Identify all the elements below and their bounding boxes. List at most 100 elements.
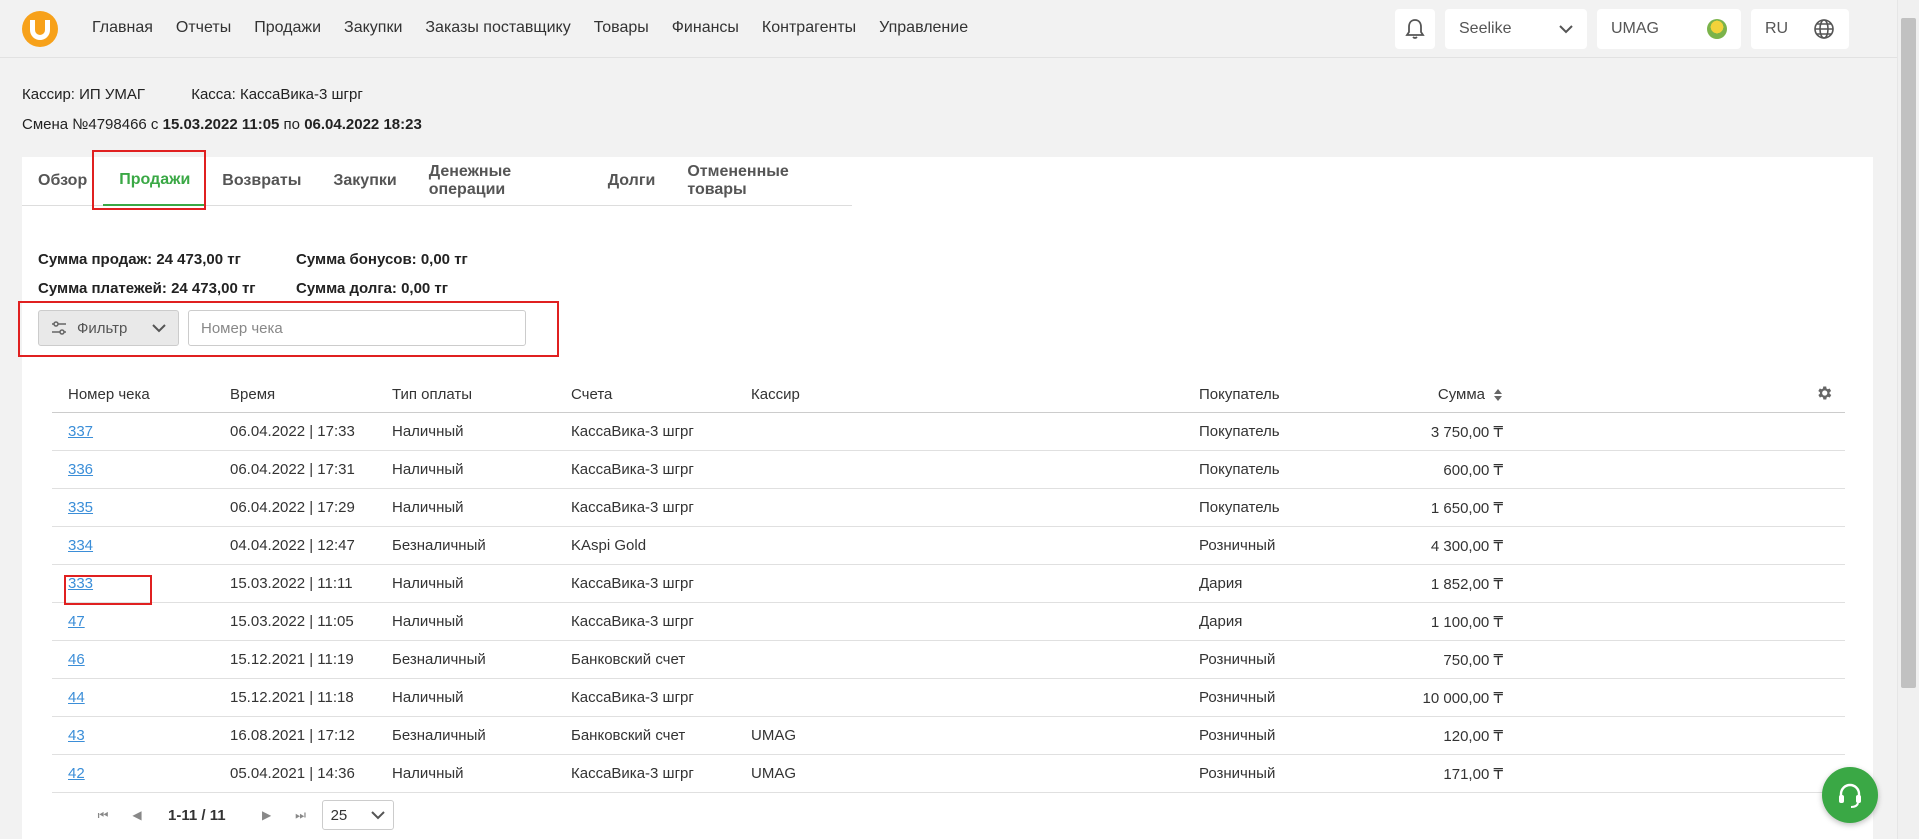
tab-purchases[interactable]: Закупки xyxy=(317,157,412,206)
header-sum[interactable]: Сумма xyxy=(1368,386,1503,403)
company-selector[interactable]: Seelike xyxy=(1445,9,1587,49)
tab-sales[interactable]: Продажи xyxy=(103,157,207,206)
cell-sum: 120,00 ₸ xyxy=(1443,727,1503,745)
table-row[interactable]: 333 15.03.2022 | 11:11 Наличный КассаВика-3… xyxy=(52,565,1845,603)
receipt-link-text[interactable]: 335 xyxy=(68,499,93,516)
notifications-button[interactable] xyxy=(1395,9,1435,49)
avatar xyxy=(1707,19,1727,39)
table-row[interactable]: 334 04.04.2022 | 12:47 Безналичный KAspi Go… xyxy=(52,527,1845,565)
receipt-number-link[interactable]: 43 xyxy=(52,727,214,744)
receipt-link-text[interactable]: 42 xyxy=(68,765,85,782)
cell-time: 16.08.2021 | 17:12 xyxy=(230,727,355,744)
receipt-number-link[interactable]: 47 xyxy=(52,613,214,630)
table-row[interactable]: 44 15.12.2021 | 11:18 Наличный КассаВика-3 … xyxy=(52,679,1845,717)
receipt-number-link[interactable]: 333 xyxy=(52,575,214,592)
cell-time: 06.04.2022 | 17:31 xyxy=(230,461,355,478)
prev-page-icon[interactable]: ◀ xyxy=(120,808,154,822)
user-name: UMAG xyxy=(1611,20,1659,37)
table-row[interactable]: 335 06.04.2022 | 17:29 Наличный КассаВика-3… xyxy=(52,489,1845,527)
language-selector[interactable]: RU xyxy=(1751,9,1849,49)
receipt-link-text[interactable]: 43 xyxy=(68,727,85,744)
shift-mid: по xyxy=(279,116,305,133)
scrollbar-thumb[interactable] xyxy=(1901,18,1916,688)
tab-returns[interactable]: Возвраты xyxy=(206,157,317,206)
cell-account: КассаВика-3 шгрг xyxy=(571,689,694,706)
cell-account: КассаВика-3 шгрг xyxy=(571,461,694,478)
header-accounts[interactable]: Счета xyxy=(555,386,735,403)
receipt-link-text[interactable]: 336 xyxy=(68,461,93,478)
filter-button[interactable]: Фильтр xyxy=(38,310,179,346)
table-row[interactable]: 337 06.04.2022 | 17:33 Наличный КассаВика-3… xyxy=(52,413,1845,451)
nav-item-counterparties[interactable]: Контрагенты xyxy=(762,19,856,37)
page-range: 1-11 / 11 xyxy=(168,806,226,824)
table-row[interactable]: 43 16.08.2021 | 17:12 Безналичный Банковски… xyxy=(52,717,1845,755)
nav-item-purchases[interactable]: Закупки xyxy=(344,19,402,37)
bell-icon xyxy=(1405,19,1425,39)
receipt-number-link[interactable]: 334 xyxy=(52,537,214,554)
shift-info: Кассир: ИП УМАГ Касса: КассаВика-3 шгрг … xyxy=(22,80,422,140)
cell-time: 15.12.2021 | 11:19 xyxy=(230,651,354,668)
receipt-link-text[interactable]: 334 xyxy=(68,537,93,554)
table-row[interactable]: 336 06.04.2022 | 17:31 Наличный КассаВика-3… xyxy=(52,451,1845,489)
nav-item-home[interactable]: Главная xyxy=(92,19,153,37)
header-buyer[interactable]: Покупатель xyxy=(1183,386,1368,403)
cell-time: 06.04.2022 | 17:33 xyxy=(230,423,355,440)
receipt-number-link[interactable]: 335 xyxy=(52,499,214,516)
sums-summary: Сумма продаж: 24 473,00 тг Сумма бонусов… xyxy=(38,245,468,303)
cell-time: 15.03.2022 | 11:05 xyxy=(230,613,354,630)
chevron-down-icon xyxy=(152,323,166,332)
cell-payment-type: Безналичный xyxy=(392,651,486,668)
cell-payment-type: Наличный xyxy=(392,423,464,440)
header-cashier[interactable]: Кассир xyxy=(735,386,1183,403)
page-size-value: 25 xyxy=(330,806,348,824)
top-right-controls: Seelike UMAG RU xyxy=(1395,9,1849,49)
globe-icon xyxy=(1814,19,1834,39)
receipt-link-text[interactable]: 44 xyxy=(68,689,85,706)
nav-item-supplier-orders[interactable]: Заказы поставщику xyxy=(425,19,570,37)
cell-sum: 1 650,00 ₸ xyxy=(1430,499,1503,517)
cell-payment-type: Безналичный xyxy=(392,537,486,554)
table-row[interactable]: 42 05.04.2021 | 14:36 Наличный КассаВика-3 … xyxy=(52,755,1845,793)
tab-money-operations[interactable]: Денежные операции xyxy=(413,157,592,206)
receipt-number-link[interactable]: 44 xyxy=(52,689,214,706)
sort-icon[interactable] xyxy=(1493,388,1503,402)
register-label: Касса: КассаВика-3 шгрг xyxy=(191,86,363,103)
cell-buyer: Покупатель xyxy=(1199,423,1280,440)
receipt-link-text[interactable]: 333 xyxy=(68,575,93,592)
receipt-number-link[interactable]: 336 xyxy=(52,461,214,478)
next-page-icon[interactable]: ▶ xyxy=(250,808,284,822)
nav-item-finance[interactable]: Финансы xyxy=(672,19,739,37)
nav-item-reports[interactable]: Отчеты xyxy=(176,19,231,37)
user-menu[interactable]: UMAG xyxy=(1597,9,1741,49)
receipt-number-link[interactable]: 337 xyxy=(52,423,214,440)
table-row[interactable]: 47 15.03.2022 | 11:05 Наличный КассаВика-3 … xyxy=(52,603,1845,641)
table-row[interactable]: 46 15.12.2021 | 11:19 Безналичный Банковски… xyxy=(52,641,1845,679)
header-sum-label: Сумма xyxy=(1437,386,1485,403)
payments-sum: Сумма платежей: 24 473,00 тг xyxy=(38,280,256,297)
receipt-link-text[interactable]: 47 xyxy=(68,613,85,630)
gear-icon[interactable] xyxy=(1815,384,1833,402)
header-payment-type[interactable]: Тип оплаты xyxy=(376,386,555,403)
nav-item-sales[interactable]: Продажи xyxy=(254,19,321,37)
bonus-sum: Сумма бонусов: 0,00 тг xyxy=(296,251,468,268)
tab-overview[interactable]: Обзор xyxy=(22,157,103,206)
vertical-scrollbar[interactable] xyxy=(1897,0,1919,839)
nav-item-products[interactable]: Товары xyxy=(594,19,649,37)
nav-item-management[interactable]: Управление xyxy=(879,19,968,37)
support-chat-button[interactable] xyxy=(1822,767,1878,823)
tab-debts[interactable]: Долги xyxy=(592,157,672,206)
receipt-link-text[interactable]: 337 xyxy=(68,423,93,440)
company-name: Seelike xyxy=(1459,20,1512,37)
tab-cancelled-products[interactable]: Отмененные товары xyxy=(671,157,852,206)
receipt-number-link[interactable]: 46 xyxy=(52,651,214,668)
last-page-icon[interactable]: ⏭ xyxy=(284,808,318,823)
first-page-icon[interactable]: ⏮ xyxy=(86,808,120,823)
page-size-select[interactable]: 25 xyxy=(321,800,394,830)
header-time[interactable]: Время xyxy=(214,386,376,403)
cell-account: Банковский счет xyxy=(571,727,686,744)
receipt-number-link[interactable]: 42 xyxy=(52,765,214,782)
receipt-number-input[interactable] xyxy=(188,310,526,346)
umag-logo[interactable] xyxy=(22,11,58,47)
receipt-link-text[interactable]: 46 xyxy=(68,651,85,668)
header-receipt-number[interactable]: Номер чека xyxy=(52,386,214,403)
